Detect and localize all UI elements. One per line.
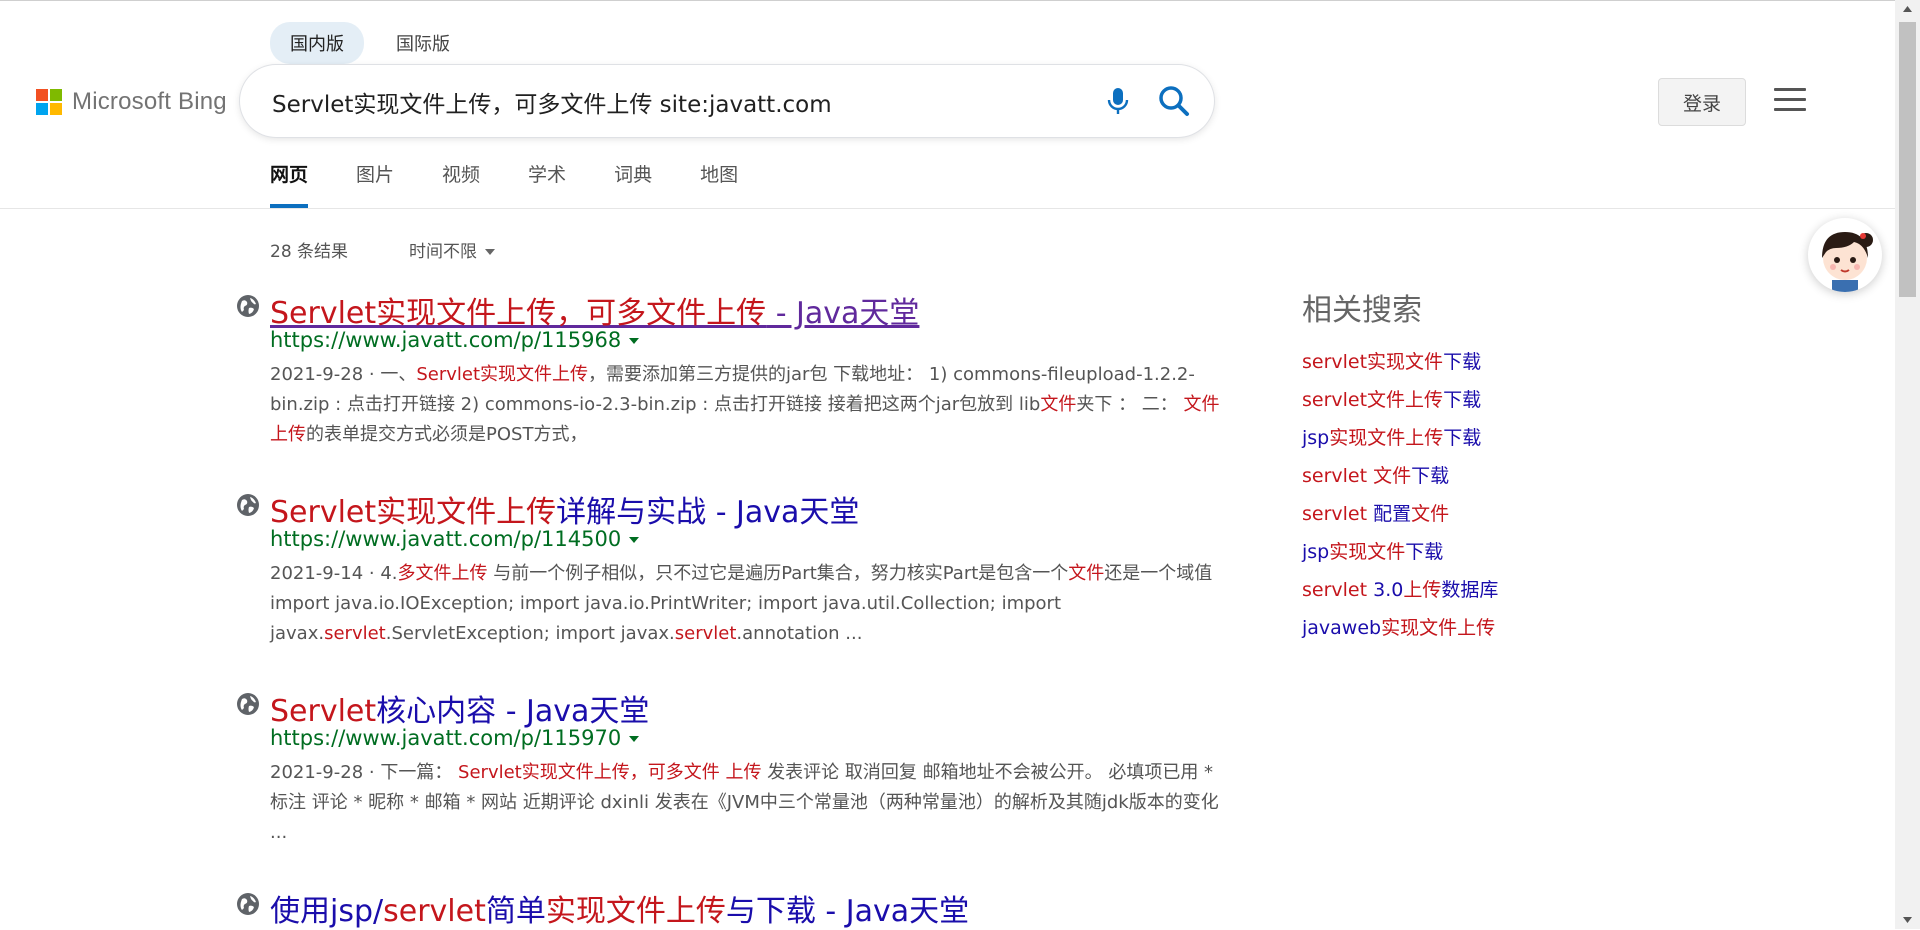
tab-maps[interactable]: 地图 (700, 160, 738, 206)
chevron-down-icon (485, 249, 495, 255)
result-title-link[interactable]: 使用jsp/servlet简单实现文件上传与下载 - Java天堂 (270, 886, 969, 930)
result-snippet: 2021-9-14 · 4.多文件上传 与前一个例子相似，只不过它是遍历Part… (270, 563, 1213, 644)
related-search-item[interactable]: jsp实现文件上传下载 (1302, 419, 1498, 457)
result-title-link[interactable]: Servlet核心内容 - Java天堂 (270, 686, 649, 730)
scroll-up-arrow-icon[interactable] (1895, 0, 1920, 18)
globe-icon (237, 893, 259, 915)
result-title-link[interactable]: Servlet实现文件上传，可多文件上传 - Java天堂 (270, 288, 919, 332)
result-snippet: 2021-9-28 · 一、Servlet实现文件上传，需要添加第三方提供的ja… (270, 364, 1220, 445)
chevron-down-icon[interactable] (629, 537, 640, 543)
related-searches-title: 相关搜索 (1302, 293, 1422, 328)
login-button[interactable]: 登录 (1658, 78, 1746, 126)
related-search-item[interactable]: jsp实现文件下载 (1302, 533, 1498, 571)
hamburger-menu-icon[interactable] (1774, 88, 1806, 114)
avatar-girl-icon (1822, 232, 1873, 292)
result-url[interactable]: https://www.javatt.com/p/115970 (270, 726, 640, 750)
assistant-avatar[interactable] (1808, 218, 1882, 292)
related-search-item[interactable]: servlet实现文件下载 (1302, 343, 1498, 381)
region-tabs: 国内版 国际版 (270, 22, 470, 64)
header: Microsoft Bing 国内版 国际版 登录 网页 图片 视频 学术 词典… (0, 0, 1895, 209)
result-title-link[interactable]: Servlet实现文件上传详解与实战 - Java天堂 (270, 487, 859, 531)
related-search-item[interactable]: javaweb实现文件上传 (1302, 609, 1498, 647)
search-input[interactable] (270, 81, 1054, 123)
result-url[interactable]: https://www.javatt.com/p/114500 (270, 527, 640, 551)
globe-icon (237, 494, 259, 516)
globe-icon (237, 295, 259, 317)
related-search-item[interactable]: servlet 3.0上传数据库 (1302, 571, 1498, 609)
result-url[interactable]: https://www.javatt.com/p/115968 (270, 328, 640, 352)
time-filter-dropdown[interactable]: 时间不限 (409, 237, 495, 262)
logo-text: Microsoft Bing (72, 88, 227, 115)
result-count: 28 条结果 (270, 242, 349, 262)
vertical-scrollbar[interactable] (1895, 0, 1920, 929)
tab-videos[interactable]: 视频 (442, 160, 480, 206)
microsoft-logo-icon (36, 89, 62, 115)
search-box (240, 65, 1214, 137)
bing-logo[interactable]: Microsoft Bing (36, 88, 227, 116)
region-tab-international[interactable]: 国际版 (376, 22, 470, 64)
region-tab-domestic[interactable]: 国内版 (270, 22, 364, 64)
related-search-item[interactable]: servlet 文件下载 (1302, 457, 1498, 495)
related-searches: 相关搜索 servlet实现文件下载 servlet文件上传下载 jsp实现文件… (1302, 285, 1498, 647)
scroll-down-arrow-icon[interactable] (1895, 911, 1920, 929)
tab-web[interactable]: 网页 (270, 160, 309, 208)
tab-dictionary[interactable]: 词典 (614, 160, 652, 206)
globe-icon (237, 693, 259, 715)
scrollbar-thumb[interactable] (1899, 22, 1916, 297)
microphone-icon[interactable] (1100, 83, 1136, 119)
search-nav-tabs: 网页 图片 视频 学术 词典 地图 (270, 160, 786, 208)
search-icon[interactable] (1154, 81, 1194, 121)
chevron-down-icon[interactable] (629, 338, 640, 344)
related-search-item[interactable]: servlet 配置文件 (1302, 495, 1498, 533)
related-search-item[interactable]: servlet文件上传下载 (1302, 381, 1498, 419)
tab-images[interactable]: 图片 (356, 160, 394, 206)
result-snippet: 2021-9-28 · 下一篇： Servlet实现文件上传，可多文件 上传 发… (270, 762, 1219, 843)
tab-academic[interactable]: 学术 (528, 160, 566, 206)
chevron-down-icon[interactable] (629, 736, 640, 742)
time-filter-label: 时间不限 (409, 242, 477, 262)
